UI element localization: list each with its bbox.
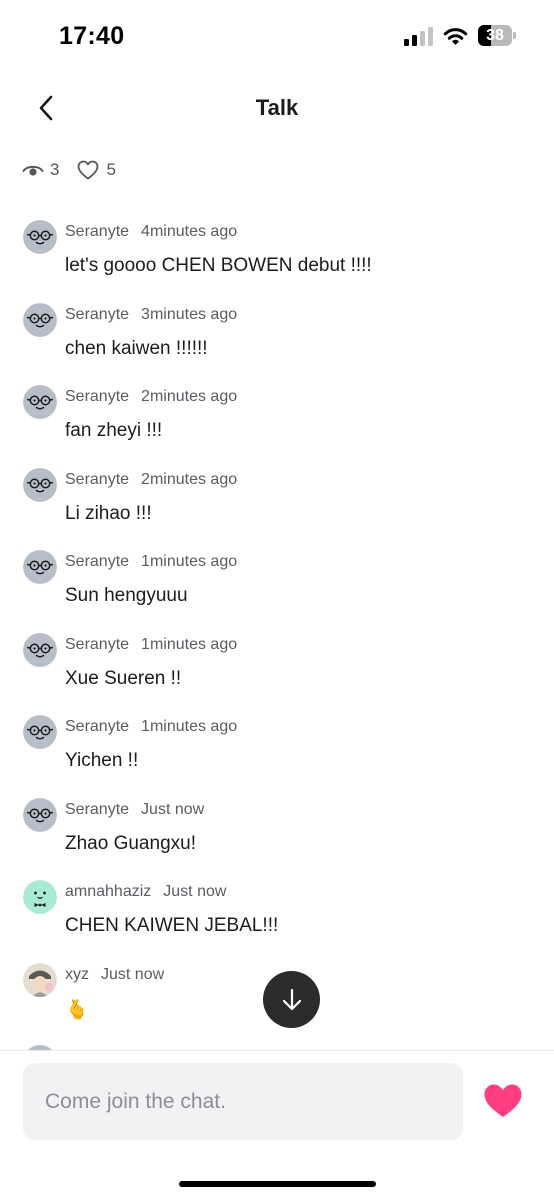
message-meta: Seranyte 2minutes ago [65,471,237,489]
avatar[interactable] [23,632,57,667]
message-text: fan zheyi !!! [65,420,163,441]
page-title: Talk [255,95,299,120]
avatar[interactable] [23,220,57,254]
avatar[interactable] [23,962,57,997]
timestamp: Just now [141,800,205,818]
username[interactable]: Seranyte [65,306,129,323]
message-item[interactable] [0,1043,554,1050]
avatar[interactable] [23,467,57,502]
timestamp: Just now [101,965,165,983]
chat-input[interactable] [23,1063,463,1140]
views-count: 3 [50,160,60,179]
avatar[interactable] [23,302,57,337]
message-meta: Seranyte 1minutes ago [65,718,237,736]
scroll-down-button[interactable] [263,971,320,1028]
timestamp: 2minutes ago [141,470,238,488]
timestamp: Just now [163,883,227,900]
eye-icon [22,162,44,178]
message-text: Li zihao !!! [65,502,152,524]
message-list[interactable]: Seranyte 4minutes ago let's goooo CHEN BOW… [0,218,554,1050]
battery-level: 38 [486,27,504,44]
username[interactable]: xyz [65,966,89,983]
message-item[interactable]: amnahhaziz Just now CHEN KAIWEN JEBAL!!! [0,878,554,961]
cellular-signal-icon [404,27,433,46]
message-meta: Seranyte 1minutes ago [65,553,237,571]
status-time: 17:40 [59,22,125,50]
username[interactable]: Seranyte [65,801,129,818]
message-text: 🫰 [65,999,89,1021]
username[interactable]: amnahhaziz [65,883,151,900]
username[interactable]: Seranyte [65,471,129,488]
message-text: CHEN KAIWEN JEBAL!!! [65,915,279,936]
battery-indicator: 38 [478,25,516,46]
wifi-icon [443,28,468,45]
header: Talk [0,78,554,136]
avatar[interactable] [23,385,57,419]
message-item[interactable]: Seranyte 1minutes ago Xue Sueren !! [0,631,554,714]
message-item[interactable]: Seranyte 3minutes ago chen kaiwen !!!!!! [0,301,554,384]
message-item[interactable]: Seranyte 4minutes ago let's goooo CHEN BOW… [0,218,554,301]
composer-divider [0,1050,554,1051]
message-meta: Seranyte 3minutes ago [65,306,237,324]
message-text: Zhao Guangxu! [65,832,196,854]
message-meta: xyz Just now [65,966,164,984]
message-text: Sun hengyuuu [65,585,188,606]
message-meta: Seranyte Just now [65,801,204,819]
timestamp: 3minutes ago [141,305,238,323]
username[interactable]: Seranyte [65,388,129,405]
message-item[interactable]: Seranyte 1minutes ago Yichen !! [0,713,554,796]
timestamp: 1minutes ago [141,553,238,570]
avatar[interactable] [23,550,57,584]
timestamp: 4minutes ago [141,223,238,240]
heart-outline-icon[interactable] [77,160,99,180]
username[interactable]: Seranyte [65,553,129,570]
avatar[interactable] [23,880,57,914]
username[interactable]: Seranyte [65,718,129,735]
stats-row: 3 5 [22,157,116,183]
heart-icon [484,1084,522,1117]
message-item[interactable]: Seranyte 1minutes ago Sun hengyuuu [0,548,554,631]
likes-count: 5 [106,160,116,179]
message-meta: Seranyte 2minutes ago [65,388,237,406]
username[interactable]: Seranyte [65,636,129,653]
avatar[interactable] [23,797,57,832]
message-meta: Seranyte 1minutes ago [65,636,237,654]
like-button[interactable] [483,1081,523,1121]
message-item[interactable]: Seranyte 2minutes ago Li zihao !!! [0,466,554,549]
message-item[interactable]: Seranyte 2minutes ago fan zheyi !!! [0,383,554,466]
message-text: Xue Sueren !! [65,667,182,689]
avatar[interactable] [23,715,57,749]
username[interactable]: Seranyte [65,223,129,240]
message-item[interactable]: Seranyte Just now Zhao Guangxu! [0,796,554,879]
message-text: let's goooo CHEN BOWEN debut !!!! [65,255,372,276]
message-text: Yichen !! [65,750,139,771]
message-meta: Seranyte 4minutes ago [65,223,237,241]
timestamp: 2minutes ago [141,388,238,405]
status-bar: 17:40 38 [0,0,554,70]
message-meta: amnahhaziz Just now [65,883,226,901]
home-indicator [179,1181,376,1187]
timestamp: 1minutes ago [141,635,238,653]
message-text: chen kaiwen !!!!!! [65,337,208,359]
timestamp: 1minutes ago [141,718,238,735]
arrow-down-icon [282,988,301,1010]
